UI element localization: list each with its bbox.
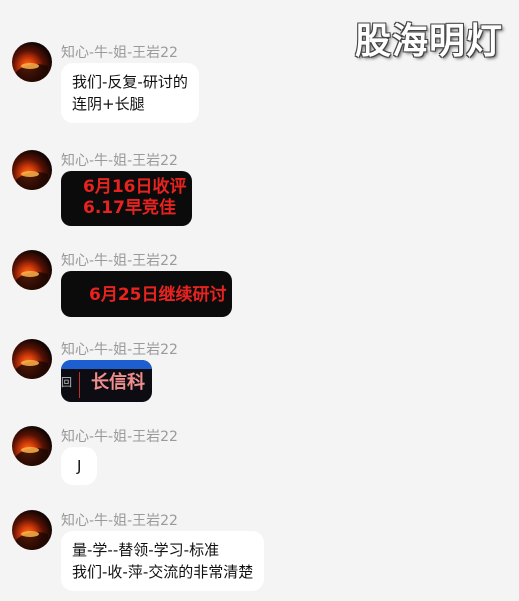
sender-name: 知心-牛-姐-王岩22 bbox=[61, 153, 178, 169]
sender-name: 知心-牛-姐-王岩22 bbox=[61, 513, 178, 529]
message-line: 连阴+长腿 bbox=[72, 95, 145, 113]
image-divider bbox=[79, 372, 80, 398]
message-line: 量-学--替领-学习-标准 bbox=[72, 541, 220, 559]
avatar[interactable] bbox=[12, 42, 52, 82]
text-bubble[interactable]: J bbox=[61, 447, 98, 485]
chat-page: 股海明灯 知心-牛-姐-王岩22 我们-反复-研讨的 连阴+长腿 知心-牛-姐-… bbox=[0, 0, 519, 601]
image-text-line: 6月16日收评 bbox=[83, 177, 187, 197]
watermark-logo: 股海明灯 bbox=[354, 21, 503, 62]
avatar[interactable] bbox=[12, 250, 52, 290]
avatar[interactable] bbox=[12, 426, 52, 466]
avatar[interactable] bbox=[12, 339, 52, 379]
image-message[interactable]: 6月25日继续研讨 bbox=[61, 271, 232, 317]
sender-name: 知心-牛-姐-王岩22 bbox=[61, 253, 178, 269]
image-message[interactable]: 回 长信科 bbox=[61, 360, 152, 402]
sender-name: 知心-牛-姐-王岩22 bbox=[61, 429, 178, 445]
avatar[interactable] bbox=[12, 150, 52, 190]
image-text-line: 长信科 bbox=[91, 372, 145, 393]
image-top-bar bbox=[61, 360, 152, 369]
image-text-line: 6月25日继续研讨 bbox=[89, 285, 227, 305]
sender-name: 知心-牛-姐-王岩22 bbox=[61, 342, 178, 358]
sender-name: 知心-牛-姐-王岩22 bbox=[61, 45, 178, 61]
message-line: 我们-反复-研讨的 bbox=[72, 73, 188, 91]
text-bubble[interactable]: 我们-反复-研讨的 连阴+长腿 bbox=[61, 63, 199, 123]
image-message[interactable]: 6月16日收评 6.17早竞佳 bbox=[61, 171, 192, 226]
message-line: 我们-收-萍-交流的非常清楚 bbox=[72, 563, 254, 581]
image-side-char: 回 bbox=[61, 376, 72, 389]
text-bubble[interactable]: 量-学--替领-学习-标准 我们-收-萍-交流的非常清楚 bbox=[61, 531, 265, 591]
message-line: J bbox=[77, 457, 82, 475]
avatar[interactable] bbox=[12, 510, 52, 550]
image-text-line: 6.17早竞佳 bbox=[83, 198, 176, 218]
